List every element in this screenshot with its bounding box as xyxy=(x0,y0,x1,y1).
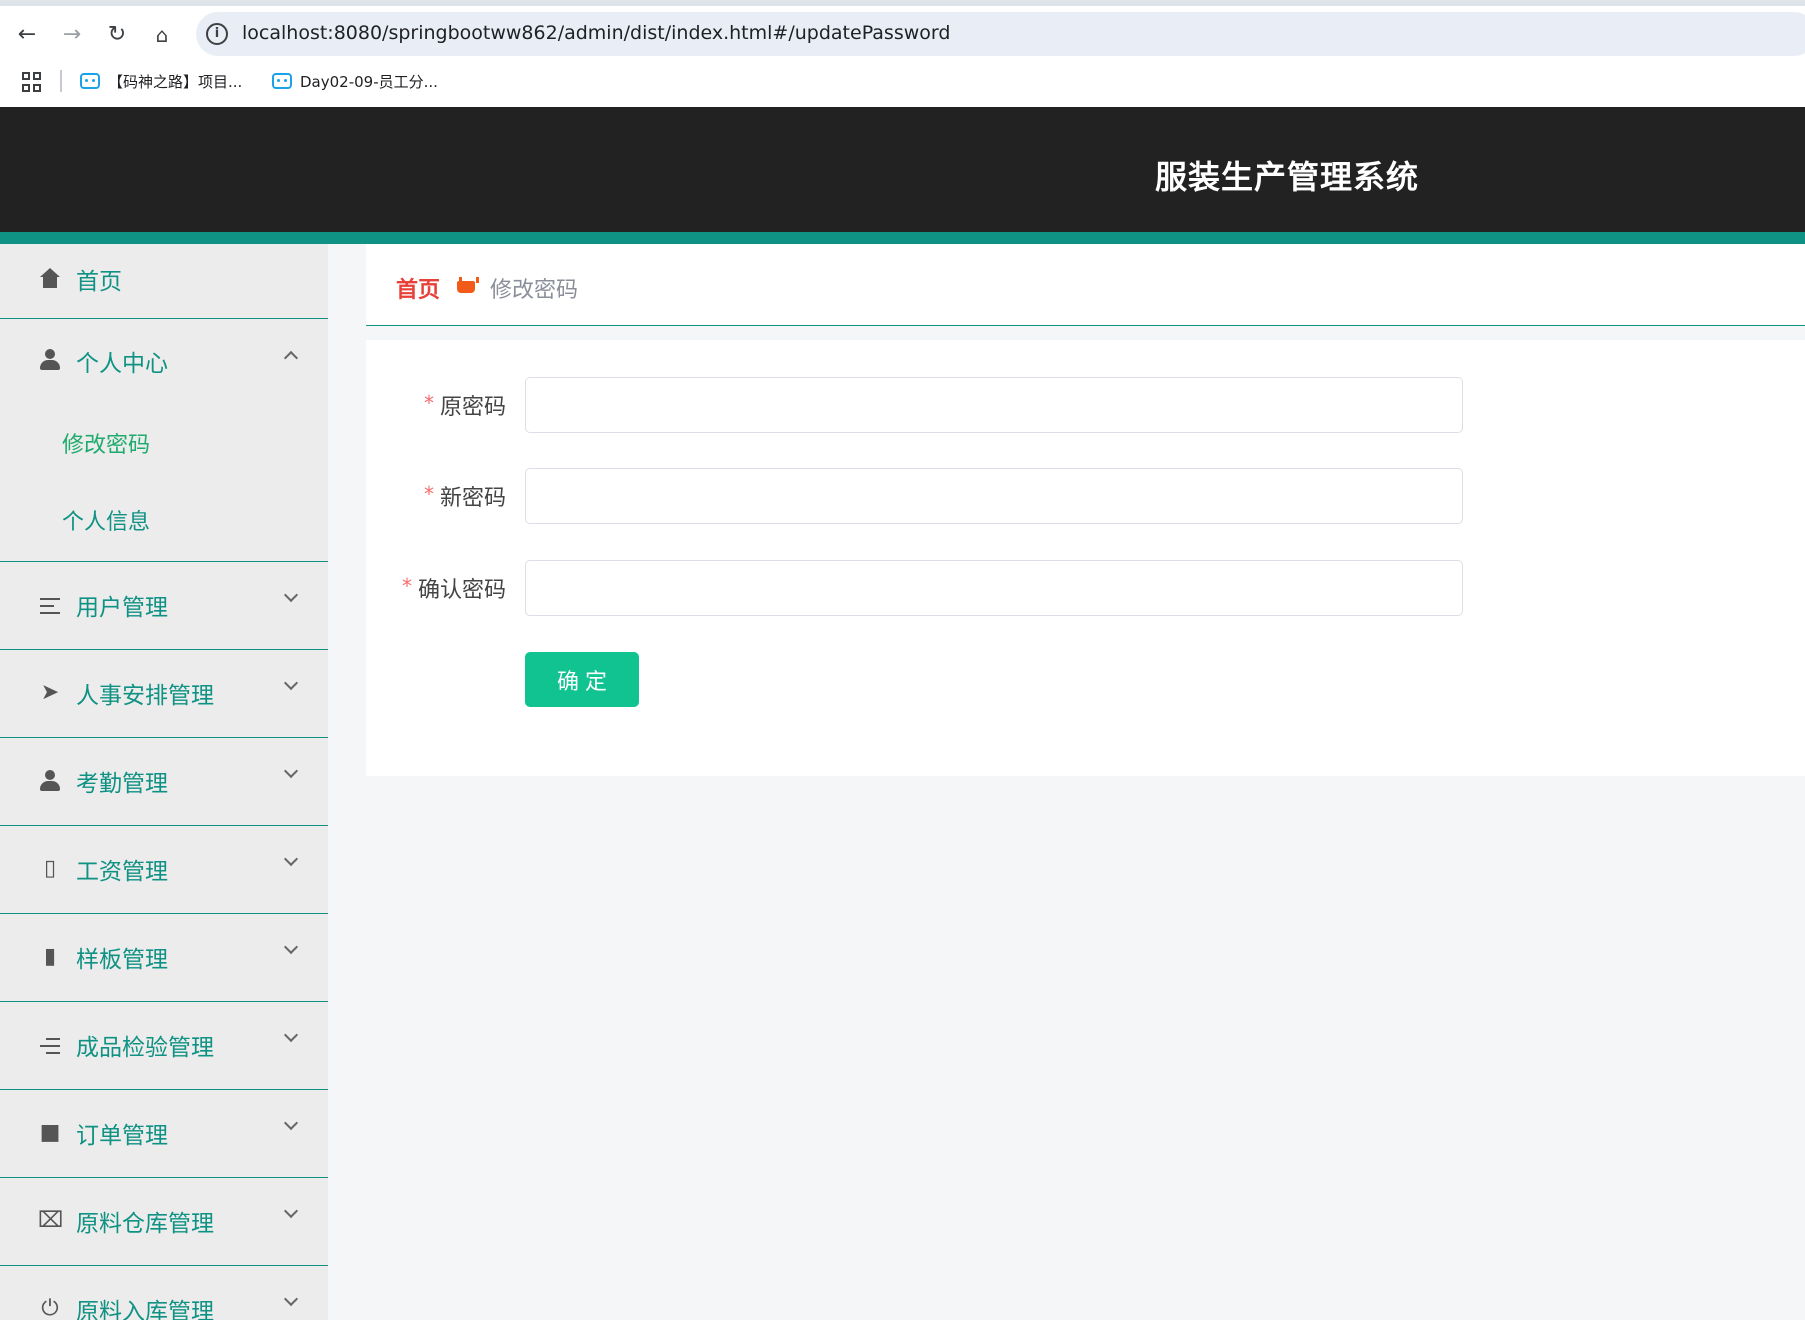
breadcrumb-home-link[interactable]: 首页 xyxy=(396,272,440,304)
power-icon: ⏻ xyxy=(41,1296,59,1320)
tab-strip xyxy=(0,0,1805,6)
bookmark-label: Day02-09-员工分... xyxy=(300,73,438,91)
breadcrumb: 首页 修改密码 xyxy=(366,244,1805,326)
sidebar-item-order-management[interactable]: ■ 订单管理 xyxy=(0,1090,328,1178)
bilibili-icon xyxy=(80,73,100,89)
bookmark-item[interactable]: 【码神之路】项目... xyxy=(80,70,242,94)
chevron-down-icon[interactable] xyxy=(283,851,299,867)
form-row-new-password: * 新密码 xyxy=(366,468,1466,524)
sidebar-item-label: 用户管理 xyxy=(76,595,168,621)
home-browser-icon[interactable]: ⌂ xyxy=(147,20,177,50)
submenu-item-personal-info[interactable]: 个人信息 xyxy=(62,504,150,536)
bookmark-label: 【码神之路】项目... xyxy=(108,73,243,91)
browser-chrome: ← → ↻ ⌂ i localhost:8080/springbootww862… xyxy=(0,0,1805,107)
sidebar-item-label: 成品检验管理 xyxy=(76,1035,214,1061)
sidebar-item-label: 个人中心 xyxy=(76,351,168,377)
sidebar-item-label: 原料入库管理 xyxy=(76,1299,214,1320)
reload-icon[interactable]: ↻ xyxy=(102,20,132,50)
new-password-label: 新密码 xyxy=(440,486,507,511)
sidebar-item-personnel-management[interactable]: ➤ 人事安排管理 xyxy=(0,650,328,738)
confirm-password-label: 确认密码 xyxy=(418,578,507,603)
home-icon xyxy=(40,268,60,288)
crop-icon: ⌧ xyxy=(38,1208,64,1233)
sidebar-item-salary-management[interactable]: ▯ 工资管理 xyxy=(0,826,328,914)
sidebar-item-sample-management[interactable]: ▮ 样板管理 xyxy=(0,914,328,1002)
sidebar-item-label: 首页 xyxy=(76,269,122,295)
list-icon xyxy=(40,598,60,614)
book-icon: ■ xyxy=(39,1120,61,1145)
old-password-field[interactable] xyxy=(525,377,1463,433)
sidebar-item-inspection-management[interactable]: 成品检验管理 xyxy=(0,1002,328,1090)
sidebar-item-inbound-management[interactable]: ⏻ 原料入库管理 xyxy=(0,1266,328,1320)
bookmark-divider xyxy=(60,70,62,92)
bookmarks-bar: 【码神之路】项目... Day02-09-员工分... xyxy=(0,62,1805,102)
chevron-down-icon[interactable] xyxy=(283,1203,299,1219)
address-bar[interactable]: i localhost:8080/springbootww862/admin/d… xyxy=(196,12,1805,56)
app-header: 服装生产管理系统 xyxy=(0,107,1805,232)
form-row-confirm-password: * 确认密码 xyxy=(366,560,1466,616)
sidebar-item-user-management[interactable]: 用户管理 xyxy=(0,562,328,650)
bilibili-icon xyxy=(272,73,292,89)
confirm-button[interactable]: 确定 xyxy=(525,652,639,707)
sidebar-item-label: 订单管理 xyxy=(76,1123,168,1149)
sidebar: 首页 个人中心 修改密码 个人信息 用户管理 ➤ 人事安排管理 考勤管理 ▯ 工… xyxy=(0,244,328,1320)
sidebar-item-warehouse-management[interactable]: ⌧ 原料仓库管理 xyxy=(0,1178,328,1266)
site-info-icon[interactable]: i xyxy=(206,23,228,45)
back-icon[interactable]: ← xyxy=(12,20,42,50)
sidebar-item-label: 样板管理 xyxy=(76,947,168,973)
stamp-icon xyxy=(40,770,60,792)
sidebar-item-attendance-management[interactable]: 考勤管理 xyxy=(0,738,328,826)
header-accent-bar xyxy=(0,232,1805,244)
chevron-down-icon[interactable] xyxy=(283,587,299,603)
sidebar-item-label: 工资管理 xyxy=(76,859,168,885)
chevron-down-icon[interactable] xyxy=(283,939,299,955)
bookmark-item[interactable]: Day02-09-员工分... xyxy=(272,70,438,94)
chevron-down-icon[interactable] xyxy=(283,675,299,691)
new-password-field[interactable] xyxy=(525,468,1463,524)
paper-plane-icon: ➤ xyxy=(40,680,60,705)
chevron-down-icon[interactable] xyxy=(283,1291,299,1307)
sidebar-item-label: 原料仓库管理 xyxy=(76,1211,214,1237)
sidebar-item-personal-center[interactable]: 个人中心 修改密码 个人信息 xyxy=(0,319,328,562)
crown-separator-icon xyxy=(457,277,479,293)
chevron-up-icon[interactable] xyxy=(283,350,299,366)
url-text[interactable]: localhost:8080/springbootww862/admin/dis… xyxy=(242,22,950,44)
chevron-down-icon[interactable] xyxy=(283,1115,299,1131)
user-icon xyxy=(40,349,60,371)
chevron-down-icon[interactable] xyxy=(283,1027,299,1043)
sidebar-item-home[interactable]: 首页 xyxy=(0,244,328,319)
old-password-label: 原密码 xyxy=(440,395,507,420)
thermometer-icon: ▯ xyxy=(43,856,57,881)
indent-icon xyxy=(40,1038,60,1054)
forward-icon[interactable]: → xyxy=(57,20,87,50)
breadcrumb-current: 修改密码 xyxy=(490,278,579,303)
confirm-password-field[interactable] xyxy=(525,560,1463,616)
form-row-old-password: * 原密码 xyxy=(366,377,1466,433)
sidebar-item-label: 人事安排管理 xyxy=(76,683,214,709)
ticket-icon: ▮ xyxy=(43,944,57,969)
apps-grid-icon[interactable] xyxy=(22,72,42,92)
chevron-down-icon[interactable] xyxy=(283,763,299,779)
sidebar-item-label: 考勤管理 xyxy=(76,771,168,797)
app-title: 服装生产管理系统 xyxy=(1155,158,1420,196)
change-password-form: * 原密码 * 新密码 * 确认密码 确定 xyxy=(366,340,1805,776)
required-mark: * xyxy=(424,482,434,506)
required-mark: * xyxy=(424,391,434,415)
required-mark: * xyxy=(402,574,412,598)
submenu-item-change-password[interactable]: 修改密码 xyxy=(62,427,150,459)
